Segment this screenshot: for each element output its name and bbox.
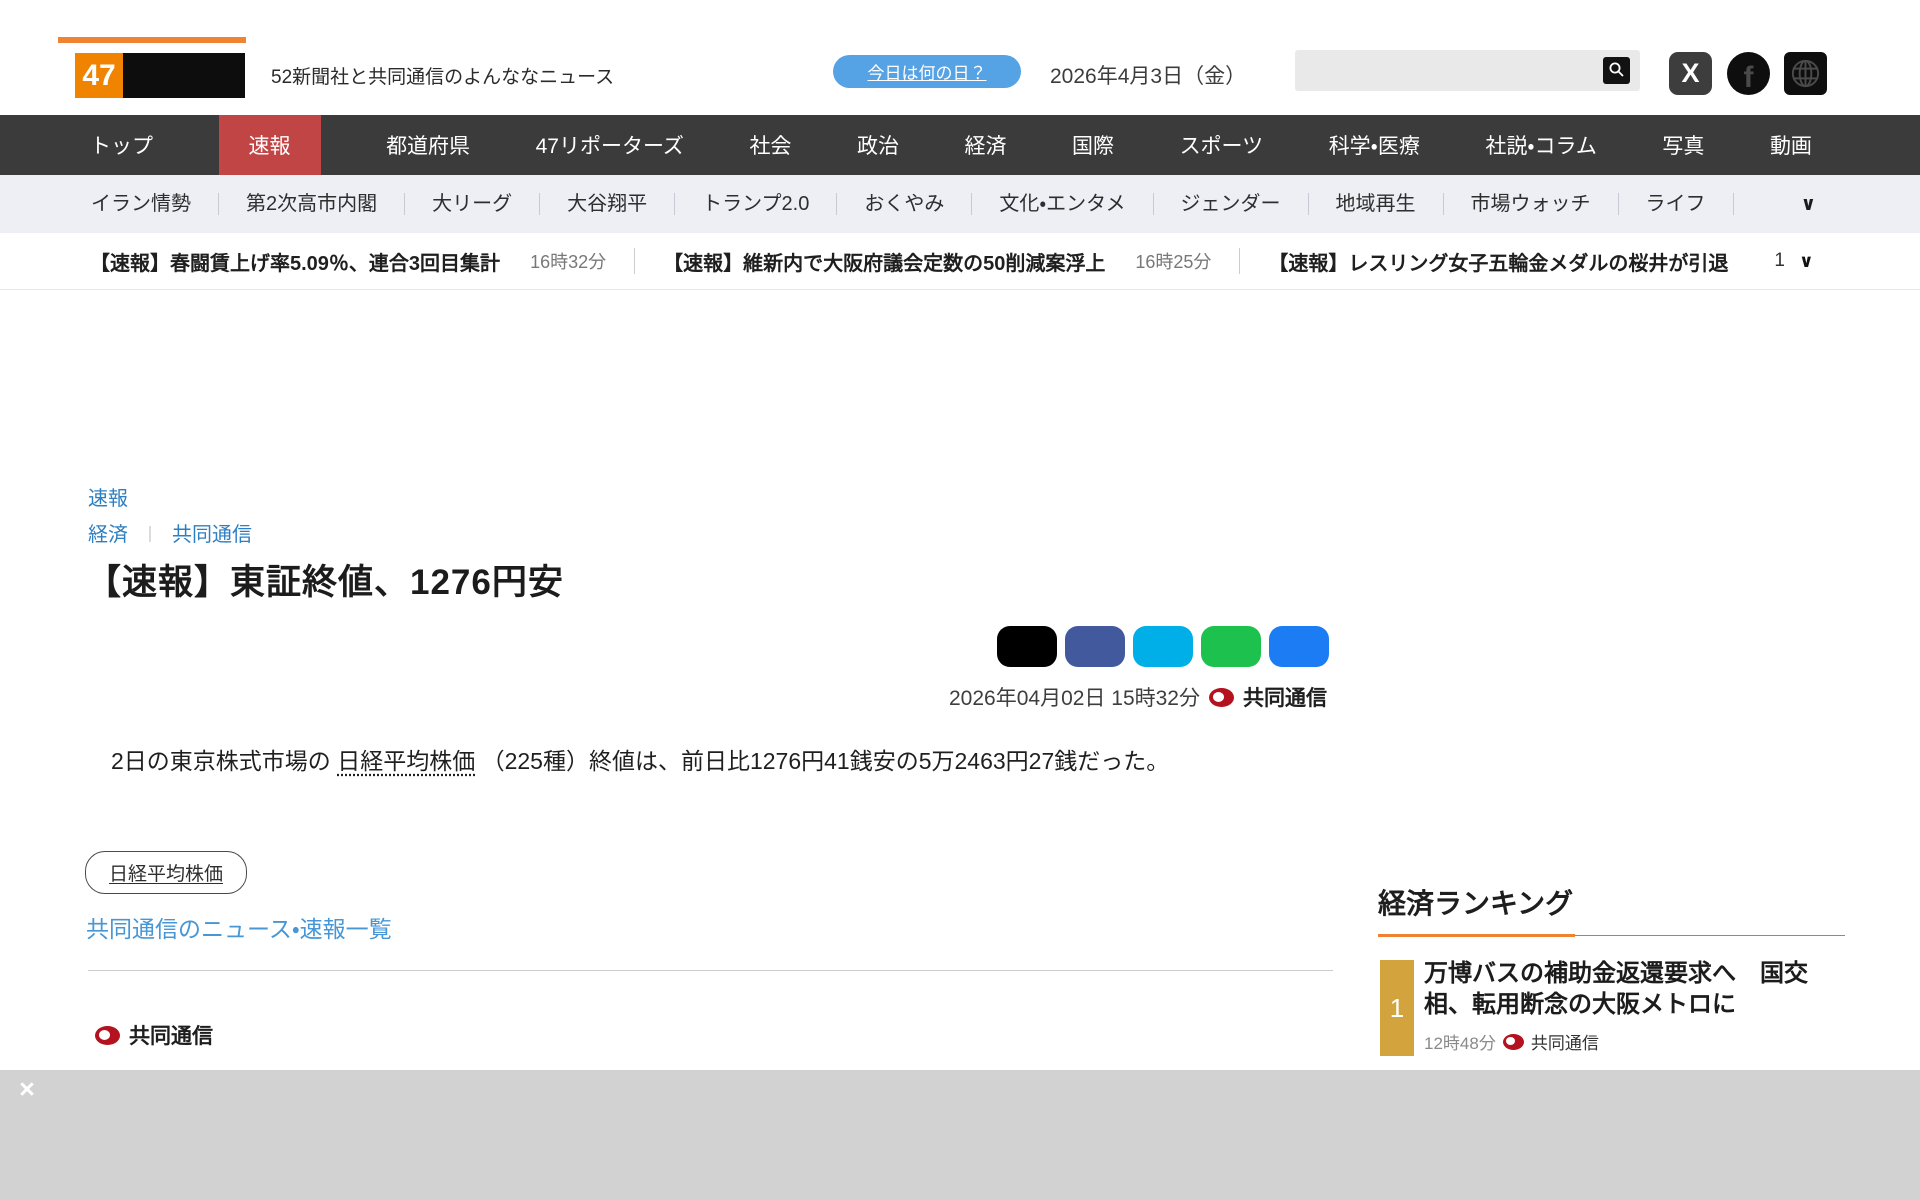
article-title: 【速報】東証終値、1276円安 bbox=[86, 554, 564, 605]
breadcrumb-sokuho[interactable]: 速報 bbox=[88, 482, 128, 511]
keyword-link-nikkei[interactable]: 日経平均株価 bbox=[337, 748, 475, 774]
close-icon[interactable]: × bbox=[12, 1074, 42, 1104]
subnav-item-life[interactable]: ライフ bbox=[1619, 193, 1734, 215]
page: 47 52新聞社と共同通信のよんななニュース 今日は何の日？ 2026年4月3日… bbox=[0, 0, 1920, 1200]
twitter-share-button[interactable] bbox=[1133, 626, 1193, 667]
ticker-count: 1 bbox=[1774, 250, 1785, 272]
source-name: 共同通信 bbox=[129, 1020, 213, 1050]
subnav-chevron-down-icon[interactable]: ∨ bbox=[1801, 193, 1816, 216]
tag-label: 日経平均株価 bbox=[109, 864, 223, 885]
article-source-footer[interactable]: 共同通信 bbox=[95, 1020, 213, 1050]
body-text-before: 2日の東京株式市場の bbox=[88, 748, 337, 774]
search-input[interactable] bbox=[1295, 50, 1600, 91]
ticker-divider bbox=[634, 248, 635, 274]
messenger-share-button[interactable] bbox=[1269, 626, 1329, 667]
kyodo-logo-icon bbox=[1503, 1034, 1524, 1050]
nav-item-science-medical[interactable]: 科学・医療 bbox=[1329, 115, 1420, 175]
subnav-item-gender[interactable]: ジェンダー bbox=[1154, 193, 1309, 215]
nav-item-top[interactable]: トップ bbox=[90, 115, 153, 175]
site-logo[interactable]: 47 bbox=[75, 53, 245, 98]
subnav-item-regional[interactable]: 地域再生 bbox=[1309, 193, 1444, 215]
breadcrumb-separator: ｜ bbox=[142, 521, 158, 545]
ticker-item-1-time: 16時32分 bbox=[530, 248, 606, 274]
subnav-item-obituary[interactable]: おくやみ bbox=[837, 193, 972, 215]
nav-item-editorial-column[interactable]: 社説・コラム bbox=[1485, 115, 1597, 175]
nav-item-video[interactable]: 動画 bbox=[1770, 115, 1812, 175]
subnav-item-market-watch[interactable]: 市場ウォッチ bbox=[1444, 193, 1619, 215]
search-box bbox=[1295, 50, 1640, 91]
tag-nikkei-button[interactable]: 日経平均株価 bbox=[85, 851, 247, 894]
facebook-social-icon[interactable]: f bbox=[1727, 52, 1770, 95]
ticker-item-2-title[interactable]: 【速報】維新内で大阪府議会定数の50削減案浮上 bbox=[663, 247, 1105, 276]
breadcrumb: 経済 ｜ 共同通信 bbox=[88, 518, 252, 547]
ranking-item-time: 12時48分 bbox=[1424, 1029, 1496, 1054]
topic-subnav: イラン情勢 第2次高市内閣 大リーグ 大谷翔平 トランプ2.0 おくやみ 文化・… bbox=[0, 175, 1920, 233]
divider-gray-segment bbox=[1575, 935, 1845, 936]
logo-news-box bbox=[123, 53, 245, 98]
globe-icon bbox=[1788, 56, 1823, 91]
ticker-divider bbox=[1239, 248, 1240, 274]
body-text-after: （225種）終値は、前日比1276円41銭安の5万2463円27銭だった。 bbox=[475, 748, 1169, 774]
line-share-button[interactable] bbox=[1201, 626, 1261, 667]
article-body: 2日の東京株式市場の 日経平均株価 （225種）終値は、前日比1276円41銭安… bbox=[88, 740, 1338, 782]
nav-item-photo[interactable]: 写真 bbox=[1662, 115, 1704, 175]
main-nav: トップ 速報 都道府県 47リポーターズ 社会 政治 経済 国際 スポーツ 科学… bbox=[0, 115, 1920, 175]
nav-item-prefectures[interactable]: 都道府県 bbox=[386, 115, 470, 175]
kyodo-logo-icon bbox=[95, 1026, 120, 1045]
nav-item-society[interactable]: 社会 bbox=[749, 115, 791, 175]
facebook-logo-glyph: f bbox=[1744, 61, 1754, 95]
x-social-icon[interactable]: X bbox=[1669, 52, 1712, 95]
divider-orange-segment bbox=[1378, 934, 1575, 937]
published-row: 2026年04月02日 15時32分 共同通信 bbox=[949, 682, 1327, 712]
breaking-news-ticker: 【速報】春闘賃上げ率5.09％、連合3回目集計 16時32分 【速報】維新内で大… bbox=[0, 233, 1920, 290]
subnav-item-iran[interactable]: イラン情勢 bbox=[64, 193, 219, 215]
x-logo-glyph: X bbox=[1681, 58, 1699, 89]
subnav-item-ohtani[interactable]: 大谷翔平 bbox=[540, 193, 675, 215]
published-datetime: 2026年04月02日 15時32分 bbox=[949, 682, 1200, 712]
nav-item-47reporters[interactable]: 47リポーターズ bbox=[536, 115, 684, 175]
ticker-item-1-title[interactable]: 【速報】春闘賃上げ率5.09％、連合3回目集計 bbox=[90, 247, 500, 276]
economy-ranking-heading: 経済ランキング bbox=[1378, 882, 1573, 922]
kyodo-news-list-link[interactable]: 共同通信のニュース・速報一覧 bbox=[86, 910, 392, 944]
x-share-button[interactable] bbox=[997, 626, 1057, 667]
ranking-item-meta: 12時48分 共同通信 bbox=[1424, 1029, 1846, 1054]
ticker-chevron-down-icon[interactable]: ∨ bbox=[1799, 251, 1814, 272]
kyodo-logo-icon bbox=[1209, 688, 1234, 707]
breadcrumb-source[interactable]: 共同通信 bbox=[172, 518, 252, 547]
site-tagline: 52新聞社と共同通信のよんななニュース bbox=[271, 62, 614, 89]
ranking-heading-divider bbox=[1378, 934, 1845, 937]
breadcrumb-category[interactable]: 経済 bbox=[88, 518, 128, 547]
bottom-ad-bar: × bbox=[0, 1070, 1920, 1200]
nav-item-politics[interactable]: 政治 bbox=[857, 115, 899, 175]
facebook-share-button[interactable] bbox=[1065, 626, 1125, 667]
share-button-row bbox=[997, 626, 1329, 667]
logo-accent-bar bbox=[58, 37, 246, 43]
nav-item-sports[interactable]: スポーツ bbox=[1180, 115, 1264, 175]
nav-item-sokuho[interactable]: 速報 bbox=[219, 115, 321, 175]
subnav-item-mlb[interactable]: 大リーグ bbox=[405, 193, 540, 215]
search-icon bbox=[1608, 61, 1625, 81]
subnav-item-trump[interactable]: トランプ2.0 bbox=[675, 193, 837, 215]
published-source[interactable]: 共同通信 bbox=[1243, 682, 1327, 712]
subnav-item-culture[interactable]: 文化・エンタメ bbox=[972, 193, 1153, 215]
today-is-what-day-button[interactable]: 今日は何の日？ bbox=[833, 55, 1021, 88]
nav-item-economy[interactable]: 経済 bbox=[965, 115, 1007, 175]
ranking-item-title[interactable]: 万博バスの補助金返還要求へ 国交相、転用断念の大阪メトロに bbox=[1424, 958, 1846, 1020]
header-date: 2026年4月3日（金） bbox=[1050, 60, 1246, 90]
ranking-item-source: 共同通信 bbox=[1531, 1029, 1599, 1054]
ticker-item-3-title[interactable]: 【速報】レスリング女子五輪金メダルの桜井が引退 bbox=[1268, 247, 1728, 276]
rank-number-badge: 1 bbox=[1380, 960, 1414, 1056]
article-divider bbox=[88, 970, 1333, 971]
ticker-item-2-time: 16時25分 bbox=[1135, 248, 1211, 274]
logo-47-badge: 47 bbox=[75, 53, 123, 98]
ranking-item-1[interactable]: 1 万博バスの補助金返還要求へ 国交相、転用断念の大阪メトロに 12時48分 共… bbox=[1380, 958, 1846, 1054]
subnav-item-cabinet[interactable]: 第2次高市内閣 bbox=[219, 193, 405, 215]
search-button[interactable] bbox=[1603, 57, 1630, 84]
nav-item-international[interactable]: 国際 bbox=[1072, 115, 1114, 175]
globe-social-icon[interactable] bbox=[1784, 52, 1827, 95]
